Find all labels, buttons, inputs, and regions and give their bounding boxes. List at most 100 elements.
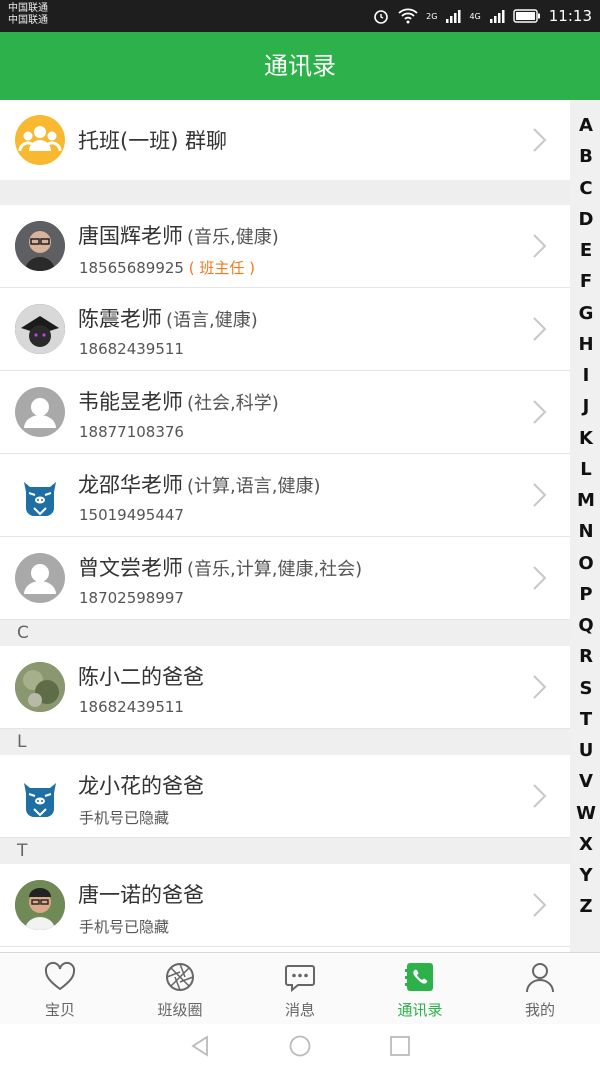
tab-label: 消息	[284, 1001, 315, 1019]
default-person-icon	[15, 387, 65, 437]
index-letter[interactable]: A	[572, 110, 600, 141]
tab-label: 我的	[524, 1001, 555, 1019]
index-letter[interactable]: B	[572, 141, 600, 172]
contact-list[interactable]: 托班(一班) 群聊 唐国辉老师 (音乐,健康) 18565689925 ( 班主任…	[0, 100, 570, 952]
mascot-icon	[15, 771, 65, 821]
index-letter[interactable]: L	[572, 454, 600, 485]
chevron-right-icon	[533, 784, 547, 808]
index-letter[interactable]: E	[572, 235, 600, 266]
teacher-subjects: (社会,科学)	[187, 393, 279, 414]
mascot-icon	[15, 470, 65, 520]
index-letter[interactable]: J	[572, 391, 600, 422]
index-letter[interactable]: U	[572, 735, 600, 766]
teacher-avatar	[15, 304, 65, 354]
chevron-right-icon	[533, 400, 547, 424]
teacher-row[interactable]: 陈震老师 (语言,健康) 18682439511	[0, 288, 570, 371]
signal-icon-2	[489, 10, 505, 23]
index-letter[interactable]: X	[572, 829, 600, 860]
index-letter[interactable]: G	[572, 298, 600, 329]
aperture-icon	[166, 963, 194, 991]
status-bar: 中国联通 中国联通 2G 4G 11:13	[0, 0, 600, 32]
parent-avatar	[15, 880, 65, 930]
recents-icon[interactable]	[389, 1035, 411, 1057]
tab-baby[interactable]: 宝贝	[0, 953, 120, 1025]
index-letter[interactable]: F	[572, 266, 600, 297]
parent-row[interactable]: 唐一诺的爸爸 手机号已隐藏	[0, 864, 570, 947]
signal-icon	[446, 10, 461, 23]
teacher-name: 唐国辉老师	[78, 224, 183, 248]
back-icon[interactable]	[189, 1035, 211, 1057]
group-chat-name: 托班(一班) 群聊	[78, 129, 228, 153]
teacher-phone: 18565689925	[79, 259, 184, 277]
alarm-icon	[374, 10, 388, 24]
section-header-letter: T	[0, 838, 570, 864]
home-icon[interactable]	[289, 1035, 311, 1057]
bottom-tab-bar: 宝贝 班级圈 消息 通讯录 我的	[0, 952, 600, 1025]
teacher-row[interactable]: 龙邵华老师 (计算,语言,健康) 15019495447	[0, 454, 570, 537]
index-letter[interactable]: H	[572, 329, 600, 360]
index-letter[interactable]: V	[572, 766, 600, 797]
tab-label: 通讯录	[397, 1001, 443, 1019]
tab-label: 宝贝	[44, 1001, 75, 1019]
phone-book-icon	[405, 963, 433, 991]
index-letter[interactable]: P	[572, 579, 600, 610]
index-letter[interactable]: T	[572, 704, 600, 735]
parent-name: 陈小二的爸爸	[78, 665, 204, 689]
wifi-icon	[398, 8, 418, 24]
teacher-row[interactable]: 曾文尝老师 (音乐,计算,健康,社会) 18702598997	[0, 537, 570, 620]
index-letter[interactable]: N	[572, 516, 600, 547]
teacher-name: 曾文尝老师	[78, 556, 183, 580]
index-letter[interactable]: Z	[572, 891, 600, 922]
section-header-letter: C	[0, 620, 570, 646]
parent-name: 唐一诺的爸爸	[78, 883, 204, 907]
alphabet-index[interactable]: ABCDEFGHIJKLMNOPQRSTUVWXYZ	[572, 110, 600, 923]
tab-messages[interactable]: 消息	[240, 953, 360, 1025]
tab-label: 班级圈	[157, 1001, 203, 1019]
teacher-row[interactable]: 唐国辉老师 (音乐,健康) 18565689925 ( 班主任 )	[0, 205, 570, 288]
index-letter[interactable]: M	[572, 485, 600, 516]
teacher-phone-line: 18565689925 ( 班主任 )	[79, 257, 255, 278]
parent-row[interactable]: 陈小二的爸爸 18682439511	[0, 646, 570, 729]
index-letter[interactable]: W	[572, 798, 600, 829]
teacher-phone: 18682439511	[79, 340, 184, 358]
battery-icon	[513, 9, 540, 23]
teacher-name-line: 唐国辉老师 (音乐,健康)	[78, 220, 279, 250]
tab-class-circle[interactable]: 班级圈	[120, 953, 240, 1025]
teacher-phone: 15019495447	[79, 506, 184, 524]
carrier-label-1: 中国联通	[8, 3, 48, 14]
index-letter[interactable]: I	[572, 360, 600, 391]
parent-phone: 18682439511	[79, 698, 184, 716]
index-letter[interactable]: R	[572, 641, 600, 672]
teacher-name-line: 龙邵华老师 (计算,语言,健康)	[78, 469, 321, 499]
teacher-name: 韦能昱老师	[78, 390, 183, 414]
status-icons: 2G 4G 11:13	[372, 0, 592, 32]
index-letter[interactable]: D	[572, 204, 600, 235]
tab-contacts[interactable]: 通讯录	[360, 953, 480, 1025]
parent-row[interactable]: 龙小花的爸爸 手机号已隐藏	[0, 755, 570, 838]
chat-bubble-icon	[285, 965, 315, 993]
index-letter[interactable]: O	[572, 548, 600, 579]
index-letter[interactable]: S	[572, 673, 600, 704]
tab-me[interactable]: 我的	[480, 953, 600, 1025]
index-letter[interactable]: K	[572, 423, 600, 454]
heart-icon	[44, 961, 76, 991]
teacher-phone: 18702598997	[79, 589, 184, 607]
chevron-right-icon	[533, 483, 547, 507]
index-letter[interactable]: C	[572, 173, 600, 204]
carrier-label-2: 中国联通	[8, 15, 48, 26]
index-letter[interactable]: Y	[572, 860, 600, 891]
teacher-phone: 18877108376	[79, 423, 184, 441]
group-people-icon	[15, 115, 65, 165]
section-header-letter: L	[0, 729, 570, 755]
clock-time: 11:13	[548, 7, 592, 25]
group-chat-row[interactable]: 托班(一班) 群聊	[0, 100, 570, 180]
teacher-role-badge: ( 班主任 )	[188, 259, 256, 277]
teacher-subjects: (计算,语言,健康)	[187, 476, 321, 497]
person-icon	[526, 963, 554, 993]
default-person-icon	[15, 553, 65, 603]
chevron-right-icon	[533, 675, 547, 699]
teacher-row[interactable]: 韦能昱老师 (社会,科学) 18877108376	[0, 371, 570, 454]
index-letter[interactable]: Q	[572, 610, 600, 641]
teacher-name-line: 陈震老师 (语言,健康)	[78, 303, 258, 333]
teacher-subjects: (音乐,健康)	[187, 227, 279, 248]
